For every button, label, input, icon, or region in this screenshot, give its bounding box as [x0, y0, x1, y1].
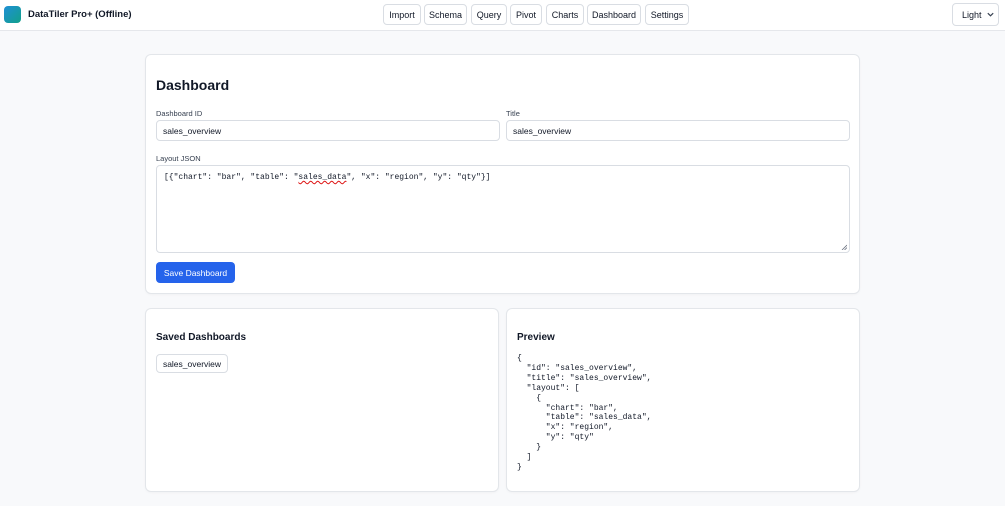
saved-dashboard-item[interactable]: sales_overview — [156, 354, 228, 373]
dashboard-id-value: sales_overview — [163, 125, 222, 136]
layout-json-label: Layout JSON — [156, 154, 201, 163]
dashboard-id-label: Dashboard ID — [156, 109, 203, 118]
top-bar: DataTiler Pro+ (Offline) Import Schema Q… — [0, 0, 1005, 31]
title-input[interactable]: sales_overview — [506, 120, 850, 141]
resize-handle-icon[interactable] — [841, 244, 847, 250]
saved-dashboards-heading: Saved Dashboards — [156, 332, 247, 343]
saved-dashboards-card: Saved Dashboards sales_overview — [145, 308, 499, 492]
app-logo-icon — [4, 6, 21, 23]
title-value: sales_overview — [513, 125, 572, 136]
nav-settings[interactable]: Settings — [645, 4, 689, 25]
preview-card: Preview { "id": "sales_overview", "title… — [506, 308, 860, 492]
nav-query[interactable]: Query — [471, 4, 507, 25]
dashboard-form-card: Dashboard Dashboard ID sales_overview Ti… — [145, 54, 860, 294]
dashboard-id-input[interactable]: sales_overview — [156, 120, 500, 141]
chevron-down-icon — [987, 12, 994, 17]
title-label: Title — [506, 109, 520, 118]
preview-heading: Preview — [517, 332, 555, 343]
layout-json-text-end: ", "x": "region", "y": "qty"}] — [346, 173, 491, 182]
nav-dashboard[interactable]: Dashboard — [587, 4, 641, 25]
page-title: Dashboard — [156, 77, 230, 93]
nav-schema[interactable]: Schema — [424, 4, 467, 25]
save-dashboard-button[interactable]: Save Dashboard — [156, 262, 235, 283]
nav-pivot[interactable]: Pivot — [510, 4, 542, 25]
nav-import[interactable]: Import — [383, 4, 421, 25]
layout-json-misspelled-word: sales_data — [298, 173, 347, 182]
preview-json: { "id": "sales_overview", "title": "sale… — [517, 354, 652, 472]
theme-select[interactable]: Light — [952, 3, 999, 26]
layout-json-textarea[interactable]: [{"chart": "bar", "table": "sales_data",… — [156, 165, 850, 253]
layout-json-text-start: [{"chart": "bar", "table": " — [164, 173, 299, 182]
app-title: DataTiler Pro+ (Offline) — [28, 9, 132, 20]
theme-select-value: Light — [962, 9, 982, 20]
nav-charts[interactable]: Charts — [546, 4, 584, 25]
